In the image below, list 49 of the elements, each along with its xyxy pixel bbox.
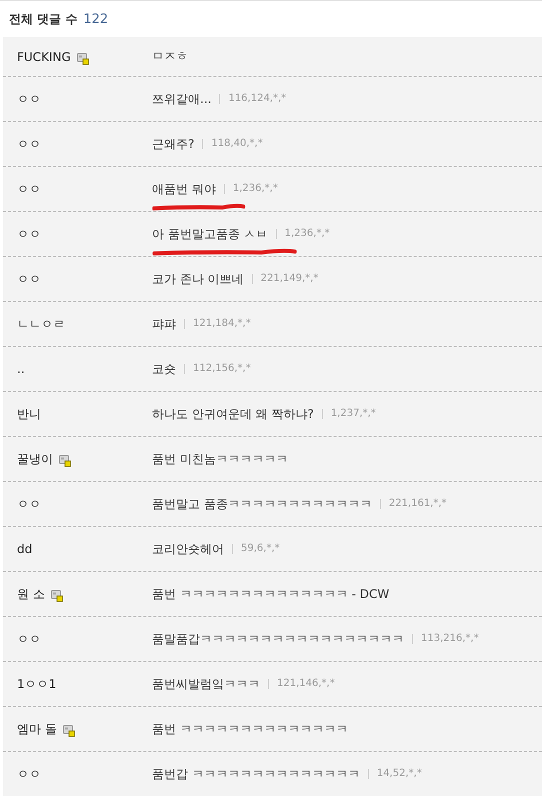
nickname[interactable]: 반니 [17,406,41,422]
comment-text: 퍄퍄 [152,316,176,332]
comment-text: 품말품갑ㅋㅋㅋㅋㅋㅋㅋㅋㅋㅋㅋㅋㅋㅋㅋㅋㅋ [152,630,404,648]
ip-address: 112,156,*,* [184,364,251,374]
comment-text: 애품번 뭐야 [152,180,216,198]
nickname[interactable]: ㅇㅇ [17,270,41,288]
nickname[interactable]: ㅇㅇ [17,226,41,242]
nickname[interactable]: ㄴㄴㅇㄹ [17,316,65,332]
ip-address: 116,124,*,* [219,94,286,104]
nickname[interactable]: ㅇㅇ [17,180,41,198]
nickname[interactable]: FUCKING [17,50,71,64]
ip-address: 14,52,*,* [368,769,422,779]
nickname[interactable]: 원 소 [17,586,45,602]
nickname[interactable]: ㅇㅇ [17,90,41,108]
ip-address: 221,161,*,* [380,499,447,509]
nickname[interactable]: ㅇㅇ [17,630,41,648]
ip-address: 1,236,*,* [224,184,278,194]
nickname[interactable]: 꿀냉이 [17,450,53,468]
comment-text: 아 품번말고품종 ㅅㅂ [152,226,268,242]
ip-address: 113,216,*,* [412,634,479,644]
comment-text: 품번 ㅋㅋㅋㅋㅋㅋㅋㅋㅋㅋㅋㅋㅋㅋ - DCW [152,586,390,602]
comment-text: 품번씨발럼잌ㅋㅋㅋ [152,676,260,692]
comment-text: 품번 ㅋㅋㅋㅋㅋㅋㅋㅋㅋㅋㅋㅋㅋㅋ [152,720,348,738]
comment-text: ㅁㅈㅎ [152,48,188,65]
comment-text: 근왜주? [152,136,194,152]
nickname[interactable]: ㅇㅇ [17,136,41,152]
comment-text: 쯔위같애... [152,90,212,108]
ip-address: 121,184,*,* [184,319,251,329]
comment-text: 코숏 [152,360,176,378]
comment-count-label: 전체 댓글 수 [9,10,78,28]
nickname[interactable]: 엠마 돌 [17,720,57,738]
comment-text: 코리안숏헤어 [152,540,224,558]
ip-address: 1,237,*,* [322,409,376,419]
comment-text: 코가 존나 이쁘네 [152,270,244,288]
ip-address: 118,40,*,* [202,139,263,149]
comment-text: 품번말고 품종ㅋㅋㅋㅋㅋㅋㅋㅋㅋㅋㅋㅋ [152,496,372,512]
ip-address: 1,236,*,* [276,229,330,239]
comment-text: 품번 미친놈ㅋㅋㅋㅋㅋㅋ [152,450,288,468]
nickname[interactable]: ㅇㅇ [17,766,41,782]
ip-address: 221,149,*,* [252,274,318,284]
comment-text: 하나도 안귀여운데 왜 짝하냐? [152,406,314,422]
ip-address: 121,146,*,* [268,679,335,689]
comment-count: 122 [83,12,108,26]
nickname[interactable]: .. [17,362,25,376]
nickname[interactable]: ㅇㅇ [17,496,41,512]
nickname[interactable]: dd [17,542,32,556]
ip-address: 59,6,*,* [232,544,280,554]
comment-text: 품번갑 ㅋㅋㅋㅋㅋㅋㅋㅋㅋㅋㅋㅋㅋㅋ [152,766,360,782]
nickname[interactable]: 1ㅇㅇ1 [17,676,56,692]
